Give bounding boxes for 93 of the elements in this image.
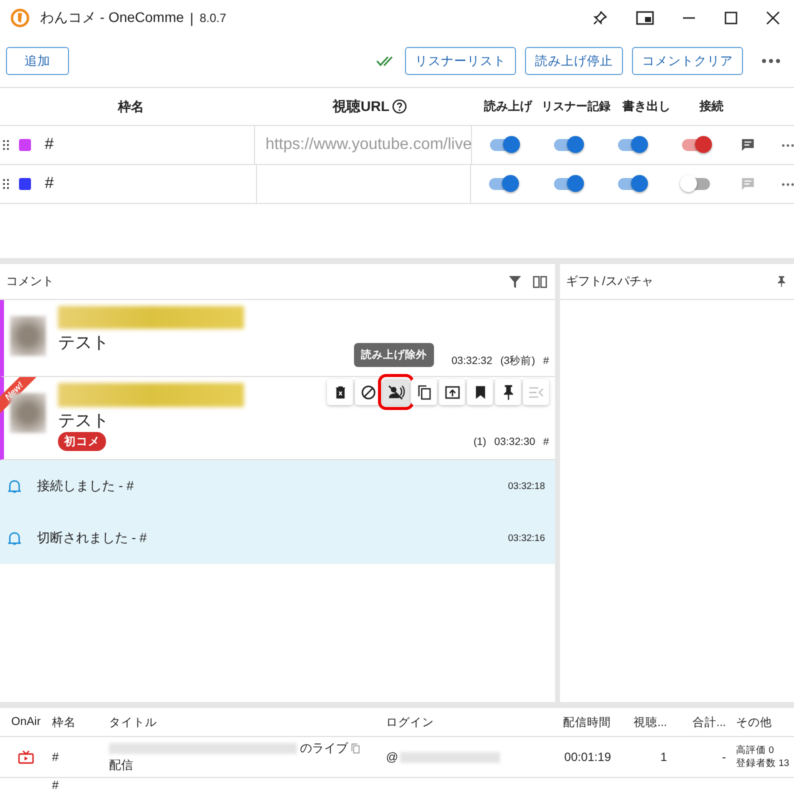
frame-name: # — [44, 136, 55, 154]
column-header: ログイン — [386, 716, 435, 730]
column-header: 読み上げ — [482, 98, 534, 115]
window-title: わんコメ - OneComme — [40, 8, 184, 26]
tooltip: 読み上げ除外 — [354, 343, 434, 367]
action-button[interactable] — [467, 379, 493, 405]
first-comment-badge: 初コメ — [58, 432, 106, 451]
action-button[interactable] — [383, 379, 409, 405]
copy-icon — [418, 384, 430, 400]
column-header: 接続 — [698, 98, 724, 115]
column-header: その他 — [736, 716, 773, 730]
column-header: 枠名 — [52, 716, 77, 730]
trash-icon — [334, 386, 346, 398]
picture-in-picture-icon[interactable] — [636, 10, 654, 24]
title-separator: | — [190, 10, 194, 26]
action-button[interactable] — [327, 379, 353, 405]
help-icon[interactable] — [392, 99, 408, 114]
column-header: 視聴URL — [332, 98, 390, 116]
more-icon[interactable] — [782, 144, 794, 146]
pin-icon[interactable] — [777, 276, 786, 287]
comment-age: (3秒前) — [500, 354, 536, 368]
action-button[interactable] — [411, 379, 437, 405]
bell-icon — [8, 530, 21, 546]
table-cell-text: 登録者数 13 — [736, 757, 790, 770]
comment-time: 03:32:30 — [494, 436, 536, 448]
comment-text: テスト — [58, 410, 110, 432]
filter-icon[interactable] — [509, 276, 521, 288]
block-icon — [360, 384, 376, 400]
pin-icon[interactable] — [592, 10, 608, 26]
frame-name: # — [44, 175, 55, 193]
pin-icon — [502, 384, 514, 400]
table-cell-text: # — [52, 750, 60, 764]
panel-title: ギフト/スパチャ — [566, 273, 654, 290]
toggle-switch[interactable] — [489, 178, 518, 190]
toolbar-button[interactable]: コメントクリア — [632, 47, 743, 75]
notice-time: 03:32:16 — [508, 532, 545, 544]
table-cell-text: 1 — [659, 750, 667, 764]
columns-icon[interactable] — [533, 276, 547, 288]
column-header: 配信時間 — [562, 716, 611, 730]
column-header: タイトル — [109, 716, 158, 730]
version-label: 8.0.7 — [200, 10, 226, 24]
column-header: 枠名 — [116, 98, 145, 116]
open-window-icon — [444, 386, 460, 398]
table-cell-text: 高評価 0 — [736, 744, 775, 757]
maximize-icon[interactable] — [724, 10, 738, 24]
panel-title: コメント — [6, 273, 54, 290]
table-cell-text: # — [52, 778, 60, 792]
more-icon[interactable] — [762, 59, 780, 63]
color-swatch[interactable] — [18, 178, 31, 190]
drag-handle-icon[interactable] — [3, 179, 9, 189]
table-cell: @ — [386, 750, 398, 764]
comment-count: (1) — [473, 436, 486, 448]
frame-name: # — [543, 436, 549, 448]
toggle-switch[interactable] — [490, 139, 518, 151]
frame-name: # — [543, 355, 549, 367]
app-logo-icon — [10, 8, 30, 28]
drag-handle-icon[interactable] — [3, 140, 9, 150]
action-button[interactable] — [439, 379, 465, 405]
avatar — [10, 316, 46, 356]
table-cell: のライブ — [300, 740, 348, 757]
table-cell-text: 00:01:19 — [563, 750, 611, 764]
toggle-switch[interactable] — [682, 178, 710, 190]
column-header: 書き出し — [622, 98, 672, 115]
tv-icon — [18, 750, 34, 764]
notice-time: 03:32:18 — [508, 480, 545, 492]
bell-icon — [8, 478, 21, 494]
toggle-switch[interactable] — [554, 178, 582, 190]
toggle-switch[interactable] — [618, 178, 646, 190]
toggle-switch[interactable] — [682, 139, 710, 151]
action-button[interactable] — [355, 379, 381, 405]
toggle-switch[interactable] — [554, 139, 582, 151]
collapse-icon — [528, 386, 544, 398]
notice-text: 接続しました - # — [37, 477, 134, 495]
close-icon[interactable] — [766, 10, 780, 24]
more-icon[interactable] — [782, 182, 794, 186]
column-header: リスナー記録 — [540, 99, 612, 114]
toggle-switch[interactable] — [618, 139, 646, 151]
comment-time: 03:32:32 — [451, 355, 492, 367]
toolbar-button[interactable]: 読み上げ停止 — [525, 47, 623, 75]
action-button[interactable] — [495, 379, 521, 405]
table-cell-text: 配信 — [109, 757, 134, 774]
column-header: 視聴... — [632, 716, 667, 730]
muted-speaker-icon — [388, 384, 404, 400]
column-header: OnAir — [10, 716, 42, 728]
notice-text: 切断されました - # — [37, 529, 147, 547]
bookmark-icon — [474, 386, 486, 398]
add-button[interactable]: 追加 — [6, 47, 69, 75]
toolbar-button[interactable]: リスナーリスト — [405, 47, 516, 75]
table-cell-text: - — [721, 750, 726, 764]
copy-icon[interactable] — [351, 743, 360, 754]
column-header: 合計... — [691, 715, 726, 730]
color-swatch[interactable] — [18, 139, 31, 151]
comment-icon[interactable] — [740, 137, 756, 153]
